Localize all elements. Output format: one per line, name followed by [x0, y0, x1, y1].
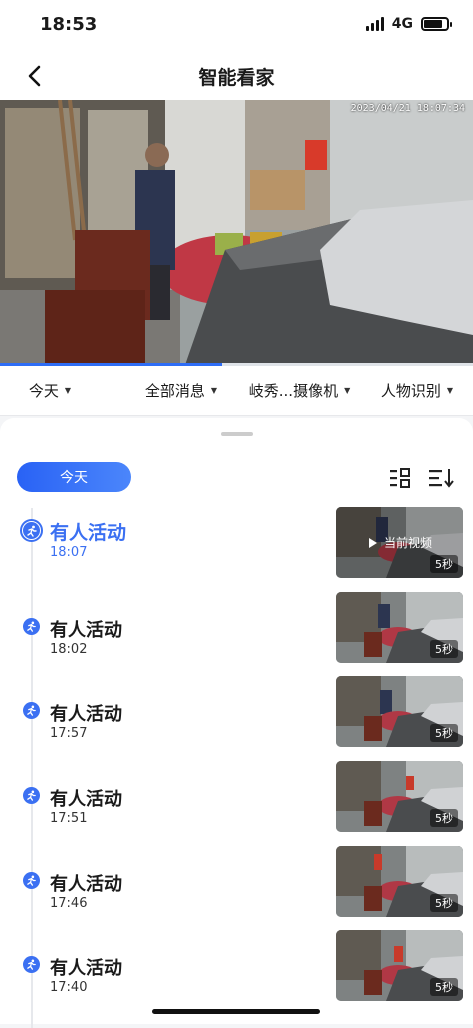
duration-badge: 5秒: [430, 555, 458, 573]
play-icon: [369, 537, 377, 548]
filter-message-type[interactable]: 全部消息 ▼: [100, 380, 232, 401]
caret-down-icon: ▼: [446, 386, 454, 395]
home-indicator[interactable]: [152, 1009, 320, 1014]
event-item[interactable]: 有人活动 17:51 5秒: [0, 761, 473, 836]
event-item[interactable]: 有人活动 17:46 5秒: [0, 846, 473, 921]
filter-message-type-label: 全部消息: [144, 382, 205, 400]
event-time: 17:46: [50, 896, 88, 911]
filter-bar: 今天 ▼ 全部消息 ▼ 岐秀...摄像机 ▼ 人物识别 ▼: [0, 366, 473, 416]
person-running-icon: [23, 956, 40, 973]
duration-badge: 5秒: [430, 894, 458, 912]
caret-down-icon: ▼: [64, 386, 72, 395]
duration-badge: 5秒: [430, 724, 458, 742]
duration-badge: 5秒: [430, 978, 458, 996]
person-running-icon: [23, 618, 40, 635]
event-title: 有人活动: [50, 958, 122, 979]
event-time: 18:07: [50, 545, 88, 560]
event-timeline-sheet: 今天 有人活动 18:07 当前视频 5秒 有人活动 18:02 5秒 有人活动…: [0, 418, 473, 1028]
filter-recognition-label: 人物识别: [380, 382, 441, 400]
event-thumbnail[interactable]: 当前视频 5秒: [336, 507, 463, 578]
status-indicators: 4G: [365, 16, 452, 32]
event-thumbnail[interactable]: 5秒: [336, 592, 463, 663]
page-title: 智能看家: [198, 67, 275, 89]
event-item-active[interactable]: 有人活动 18:07 当前视频 5秒: [0, 507, 473, 582]
event-time: 17:51: [50, 811, 88, 826]
event-time: 17:57: [50, 726, 88, 741]
signal-icon: [365, 17, 384, 31]
status-bar: 18:53 4G: [0, 0, 473, 50]
current-video-label: 当前视频: [368, 534, 432, 551]
status-time: 18:53: [40, 14, 98, 35]
navigation-bar: 智能看家: [0, 50, 473, 100]
event-time: 17:40: [50, 980, 88, 995]
camera-scene: [0, 100, 473, 365]
duration-badge: 5秒: [430, 809, 458, 827]
network-type: 4G: [391, 16, 413, 32]
duration-badge: 5秒: [430, 640, 458, 658]
event-thumbnail[interactable]: 5秒: [336, 930, 463, 1001]
event-item[interactable]: 有人活动 17:40 5秒: [0, 930, 473, 1005]
sort-icon[interactable]: [428, 468, 454, 488]
date-pill[interactable]: 今天: [17, 462, 131, 492]
person-running-icon: [23, 872, 40, 889]
camera-video-player[interactable]: 2023/04/21 18:07:34: [0, 100, 473, 365]
event-title: 有人活动: [50, 789, 122, 810]
event-thumbnail[interactable]: 5秒: [336, 676, 463, 747]
event-title: 有人活动: [50, 704, 122, 725]
caret-down-icon: ▼: [210, 386, 218, 395]
person-running-icon: [23, 702, 40, 719]
battery-icon: [421, 17, 452, 31]
filter-date[interactable]: 今天 ▼: [0, 380, 100, 401]
event-title: 有人活动: [50, 522, 127, 544]
drag-handle[interactable]: [221, 432, 253, 436]
filter-camera[interactable]: 岐秀...摄像机 ▼: [232, 380, 367, 401]
event-time: 18:02: [50, 642, 88, 657]
filter-date-label: 今天: [28, 382, 59, 400]
grid-filter-icon[interactable]: [389, 468, 411, 488]
video-timestamp: 2023/04/21 18:07:34: [350, 103, 465, 114]
event-item[interactable]: 有人活动 18:02 5秒: [0, 592, 473, 667]
filter-camera-label: 岐秀...摄像机: [248, 382, 339, 400]
event-item[interactable]: 有人活动 17:57 5秒: [0, 676, 473, 751]
person-running-icon: [20, 519, 43, 542]
person-running-icon: [23, 787, 40, 804]
filter-recognition[interactable]: 人物识别 ▼: [367, 380, 467, 401]
event-title: 有人活动: [50, 620, 122, 641]
event-title: 有人活动: [50, 874, 122, 895]
event-thumbnail[interactable]: 5秒: [336, 761, 463, 832]
caret-down-icon: ▼: [344, 386, 351, 395]
event-thumbnail[interactable]: 5秒: [336, 846, 463, 917]
